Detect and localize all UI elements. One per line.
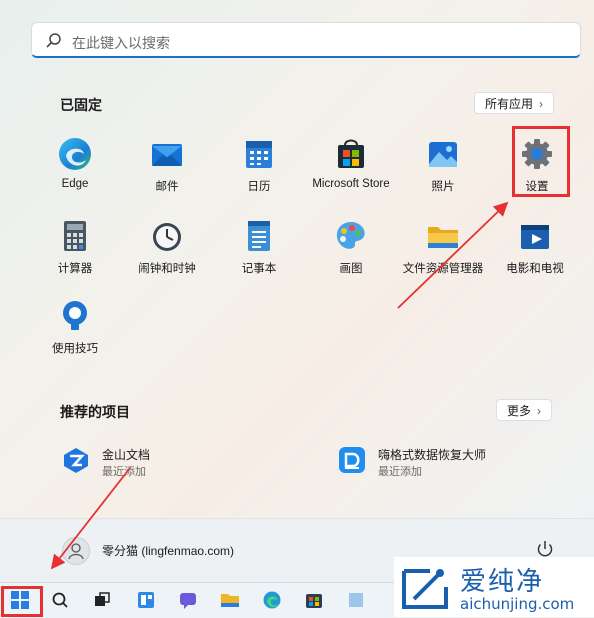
app-label: 画图: [339, 263, 363, 275]
pinned-title: 已固定: [60, 97, 102, 113]
recommended-title: 推荐的项目: [60, 404, 130, 420]
watermark-cn: 爱纯净: [460, 567, 545, 597]
app-store[interactable]: Microsoft Store: [306, 136, 396, 190]
app-label: 照片: [431, 181, 455, 193]
search-box[interactable]: 在此键入以搜索: [31, 22, 581, 58]
app-clock[interactable]: 闹钟和时钟: [122, 218, 212, 276]
app-photos[interactable]: 照片: [398, 136, 488, 194]
edge-icon: [59, 138, 91, 170]
recommended-item-title: 嗨格式数据恢复大师: [378, 448, 487, 462]
app-mail[interactable]: 邮件: [122, 136, 212, 194]
app-label: Edge: [61, 178, 89, 190]
clock-icon: [153, 223, 181, 251]
app-calculator[interactable]: 计算器: [30, 218, 120, 276]
search-icon: [46, 33, 61, 48]
more-label: 更多: [507, 404, 532, 418]
app-label: 邮件: [155, 181, 179, 193]
app-file-explorer[interactable]: 文件资源管理器: [398, 218, 488, 276]
task-view-icon[interactable]: [92, 590, 112, 610]
avatar[interactable]: [62, 537, 90, 565]
widgets-icon[interactable]: [136, 590, 156, 610]
app-label: 使用技巧: [52, 343, 98, 355]
app-label: 日历: [247, 181, 271, 193]
app-label: 文件资源管理器: [402, 263, 484, 275]
more-button[interactable]: 更多 ›: [496, 399, 553, 421]
recommended-item-title: 金山文档: [102, 448, 151, 462]
start-button-highlight-box: [1, 586, 43, 617]
recommended-item-subtitle: 最近添加: [378, 466, 422, 478]
app-calendar[interactable]: 日历: [214, 136, 304, 194]
app-tips[interactable]: 使用技巧: [30, 298, 120, 356]
app-edge[interactable]: Edge: [30, 136, 120, 190]
tips-icon: [63, 301, 87, 330]
kingsoft-docs-icon: [64, 448, 88, 473]
file-explorer-taskbar-icon[interactable]: [220, 590, 240, 610]
recommended-item-subtitle: 最近添加: [102, 466, 146, 478]
start-menu: 在此键入以搜索 已固定 所有应用 › Edge 邮件 日历 Microsoft …: [0, 0, 594, 582]
mail-icon: [152, 144, 182, 166]
calendar-icon: [246, 141, 272, 168]
notepad-icon: [248, 221, 270, 251]
watermark-url: aichunjing.com: [460, 595, 575, 613]
data-recovery-icon: [339, 447, 365, 473]
app-label: 电影和电视: [506, 263, 564, 275]
user-icon: [68, 543, 84, 560]
app-label: 计算器: [57, 263, 93, 275]
app-taskbar-icon[interactable]: [346, 590, 366, 610]
movies-icon: [521, 225, 549, 249]
chevron-right-icon: ›: [539, 97, 544, 111]
calculator-icon: [64, 221, 86, 251]
app-label: 记事本: [241, 263, 277, 275]
user-name[interactable]: 零分猫 (lingfenmao.com): [102, 542, 234, 559]
recommended-item[interactable]: 嗨格式数据恢复大师 最近添加: [338, 446, 538, 480]
app-notepad[interactable]: 记事本: [214, 218, 304, 276]
settings-highlight-box: [512, 126, 570, 197]
photos-icon: [429, 142, 457, 167]
app-label: 闹钟和时钟: [138, 263, 196, 275]
store-icon: [338, 139, 364, 168]
all-apps-label: 所有应用: [485, 97, 534, 111]
chevron-right-icon: ›: [537, 404, 542, 418]
teams-chat-icon[interactable]: [178, 590, 198, 610]
search-placeholder: 在此键入以搜索: [72, 35, 170, 51]
watermark-logo: [402, 569, 448, 609]
app-movies-tv[interactable]: 电影和电视: [490, 218, 580, 276]
app-label: Microsoft Store: [312, 178, 390, 190]
recommended-item[interactable]: 金山文档 最近添加: [62, 446, 242, 480]
watermark: 爱纯净 aichunjing.com: [394, 557, 594, 617]
folder-icon: [428, 227, 458, 248]
paint-icon: [336, 222, 365, 249]
edge-taskbar-icon[interactable]: [262, 590, 282, 610]
store-taskbar-icon[interactable]: [304, 590, 324, 610]
all-apps-button[interactable]: 所有应用 ›: [474, 92, 555, 114]
app-paint[interactable]: 画图: [306, 218, 396, 276]
taskbar-search-icon[interactable]: [50, 590, 70, 610]
